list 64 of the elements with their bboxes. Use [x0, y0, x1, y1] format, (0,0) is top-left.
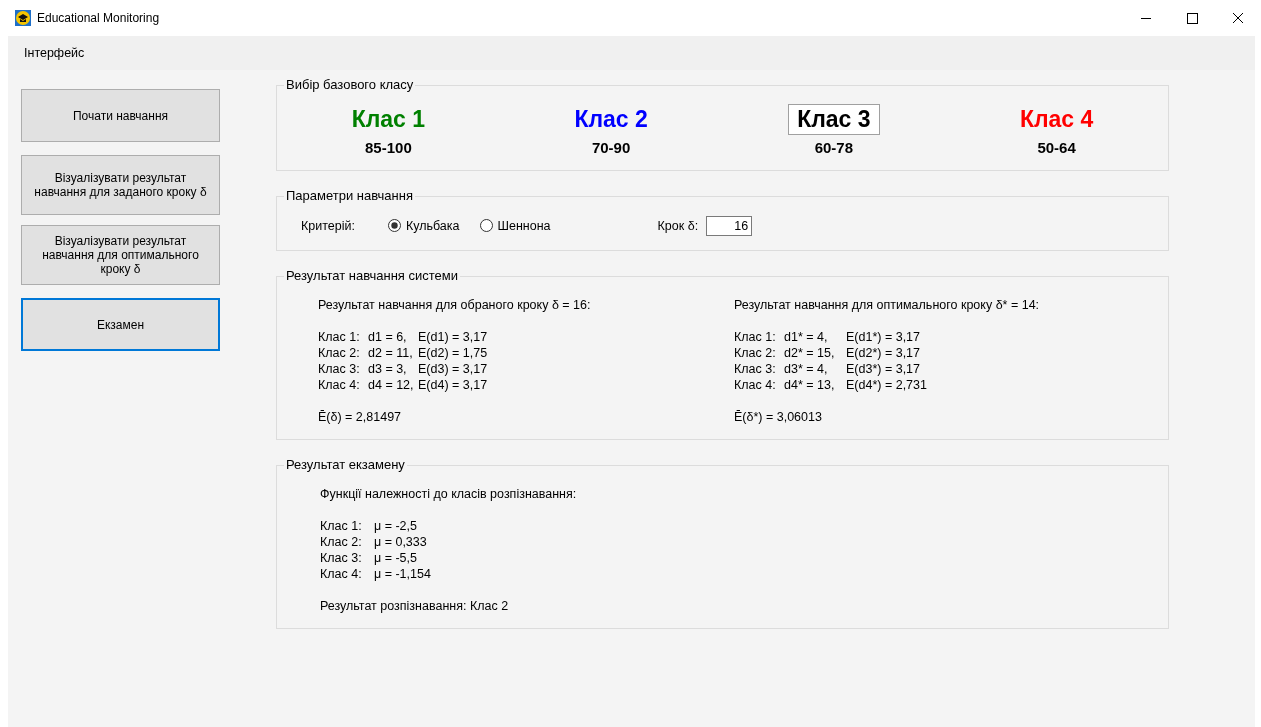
- criterion-value: E(d3*) = 3,17: [846, 361, 920, 377]
- score-range: 70-90: [591, 139, 631, 156]
- class-label: Клас 1:: [734, 329, 777, 345]
- score-range: 50-64: [1037, 139, 1076, 156]
- criterion-value: E(d2) = 1,75: [418, 345, 488, 361]
- score-range: 85-100: [365, 139, 412, 156]
- exam-heading: Функції належності до класів розпізнавання:: [320, 486, 578, 502]
- group-title: Вибір базового класу: [284, 77, 416, 92]
- class-label: Клас 2:: [734, 345, 777, 361]
- class-label: Клас 3:: [734, 361, 777, 377]
- class-option[interactable]: Клас 2: [565, 104, 657, 135]
- step-field[interactable]: 16: [706, 215, 753, 236]
- class-option[interactable]: Клас 3: [788, 104, 880, 135]
- membership-value: μ = 0,333: [374, 534, 427, 550]
- criterion-value: E(d2*) = 3,17: [846, 345, 920, 361]
- radio-label[interactable]: Кульбака: [405, 218, 460, 233]
- average-criterion: Ē(δ) = 2,81497: [318, 409, 403, 425]
- step-value: d1* = 4,: [784, 329, 829, 345]
- class-label: Клас 3:: [320, 550, 363, 566]
- step-label: Крок δ:: [657, 218, 699, 233]
- class-label: Клас 4:: [318, 377, 361, 393]
- step-value: d1 = 6,: [368, 329, 408, 345]
- menu-item[interactable]: Інтерфейс: [8, 46, 89, 60]
- criterion-value: E(d1) = 3,17: [418, 329, 488, 345]
- step-value: d2* = 15,: [784, 345, 836, 361]
- criterion-value: E(d4*) = 2,731: [846, 377, 927, 393]
- class-label: Клас 4:: [734, 377, 777, 393]
- membership-value: μ = -5,5: [374, 550, 417, 566]
- step-value: d3* = 4,: [784, 361, 829, 377]
- radio-button[interactable]: [387, 219, 401, 232]
- step-value: d4 = 12,: [368, 377, 415, 393]
- result-heading: Результат навчання для оптимального кроку δ* = 14:: [734, 297, 1041, 313]
- criterion-value: E(d3) = 3,17: [418, 361, 488, 377]
- criterion-value: E(d4) = 3,17: [418, 377, 488, 393]
- radio-button[interactable]: [479, 219, 493, 232]
- average-criterion: Ē(δ*) = 3,06013: [734, 409, 823, 425]
- group-title: Результат екзамену: [284, 457, 407, 473]
- radio-label[interactable]: Шеннона: [497, 218, 551, 233]
- membership-value: μ = -2,5: [374, 518, 417, 534]
- membership-value: μ = -1,154: [374, 566, 431, 582]
- class-label: Клас 2:: [318, 345, 361, 361]
- action-button[interactable]: Екзамен: [21, 298, 220, 351]
- group-title: Параметри навчання: [284, 188, 415, 203]
- class-option[interactable]: Клас 4: [1010, 104, 1103, 135]
- score-range: 60-78: [814, 139, 854, 156]
- app-icon: [15, 10, 31, 26]
- action-button[interactable]: Візуалізувати результат навчання для заданого кроку δ: [21, 155, 220, 215]
- criterion-value: E(d1*) = 3,17: [846, 329, 920, 345]
- action-button[interactable]: Візуалізувати результат навчання для оптимального кроку δ: [21, 225, 220, 285]
- action-button[interactable]: Почати навчання: [21, 89, 220, 142]
- class-label: Клас 1:: [320, 518, 363, 534]
- class-label: Клас 1:: [318, 329, 361, 345]
- step-value: d2 = 11,: [368, 345, 414, 361]
- window-title: Educational Monitoring: [37, 11, 160, 25]
- class-option[interactable]: Клас 1: [342, 104, 435, 135]
- group-title: Результат навчання системи: [284, 268, 460, 283]
- result-heading: Результат навчання для обраного кроку δ = 16:: [318, 297, 592, 313]
- class-label: Клас 4:: [320, 566, 363, 582]
- criterion-label: Критерій:: [301, 218, 355, 233]
- step-value: d4* = 13,: [784, 377, 836, 393]
- step-value: d3 = 3,: [368, 361, 408, 377]
- class-label: Клас 3:: [318, 361, 361, 377]
- class-label: Клас 2:: [320, 534, 363, 550]
- recognition-result: Результат розпізнавання: Клас 2: [320, 598, 510, 614]
